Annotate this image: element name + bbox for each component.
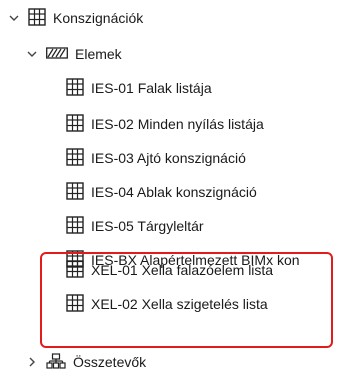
tree-item-label: IES-05 Tárgyleltár	[91, 218, 204, 234]
tree-item-ies-02[interactable]: IES-02 Minden nyílás listája	[66, 112, 264, 136]
table-grid-icon	[66, 77, 84, 99]
table-grid-icon	[66, 113, 84, 135]
component-tree-icon	[46, 352, 66, 372]
tree-item-ies-03[interactable]: IES-03 Ajtó konszignáció	[66, 146, 246, 170]
chevron-down-icon[interactable]	[26, 48, 38, 60]
hatched-element-icon	[46, 46, 68, 62]
chevron-right-icon[interactable]	[26, 356, 38, 368]
tree-node-label: Konszignációk	[53, 10, 144, 26]
tree-item-ies-01[interactable]: IES-01 Falak listája	[66, 76, 212, 100]
tree-item-label: IES-02 Minden nyílás listája	[91, 116, 264, 132]
tree-item-xel-01[interactable]: XEL-01 Xella falazóelem lista	[66, 258, 273, 282]
table-grid-icon	[66, 293, 84, 315]
tree-item-ies-05[interactable]: IES-05 Tárgyleltár	[66, 214, 204, 238]
chevron-down-icon[interactable]	[8, 12, 20, 24]
tree-item-label: XEL-02 Xella szigetelés lista	[91, 296, 268, 312]
tree-item-xel-02[interactable]: XEL-02 Xella szigetelés lista	[66, 292, 268, 316]
tree-node-osszetevok[interactable]: Összetevők	[26, 350, 146, 374]
tree-node-elemek[interactable]: Elemek	[26, 42, 122, 66]
tree-node-label: Elemek	[75, 46, 122, 62]
tree-item-label: XEL-01 Xella falazóelem lista	[91, 262, 274, 278]
table-grid-icon	[28, 7, 46, 29]
tree-item-label: IES-04 Ablak konszignáció	[91, 184, 257, 200]
table-grid-icon	[66, 147, 84, 169]
tree-item-ies-04[interactable]: IES-04 Ablak konszignáció	[66, 180, 257, 204]
tree-item-label: IES-01 Falak listája	[91, 80, 212, 96]
tree-item-label: IES-03 Ajtó konszignáció	[91, 150, 246, 166]
tree-node-konszignaciok[interactable]: Konszignációk	[8, 6, 143, 30]
table-grid-icon	[66, 215, 84, 237]
table-grid-icon	[66, 181, 84, 203]
table-grid-icon	[66, 259, 84, 281]
tree-node-label: Összetevők	[73, 354, 147, 370]
